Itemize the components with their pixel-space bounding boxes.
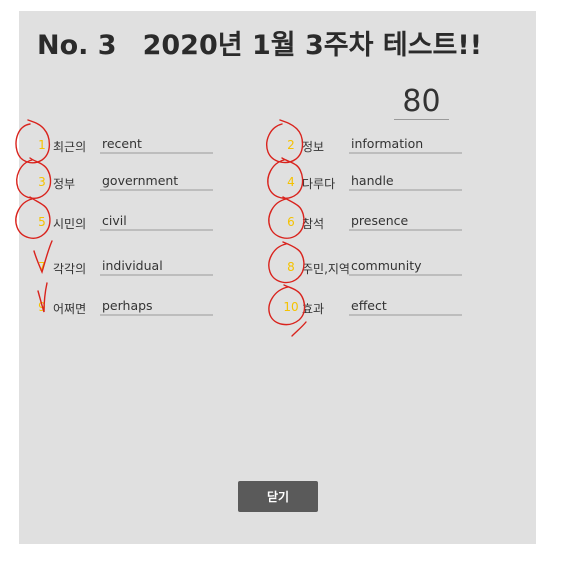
test-number: No. 3 — [37, 30, 117, 61]
question-korean: 참석 — [302, 217, 325, 231]
answer-field: perhaps — [100, 298, 213, 316]
question-korean: 시민의 — [53, 217, 87, 231]
question-korean: 각각의 — [53, 262, 87, 276]
answer-field: effect — [349, 298, 462, 316]
answer-field: community — [349, 258, 462, 276]
page-title: No. 3 2020년 1월 3주차 테스트!! — [37, 23, 482, 62]
answer-field: handle — [349, 173, 462, 191]
question-korean: 최근의 — [53, 140, 87, 154]
question-korean: 다루다 — [302, 177, 336, 191]
answer-field: information — [349, 136, 462, 154]
test-result-panel: No. 3 2020년 1월 3주차 테스트!! 80 1 최근의 recent … — [19, 11, 536, 544]
test-name: 2020년 1월 3주차 테스트!! — [142, 30, 483, 61]
answer-field: government — [100, 173, 213, 191]
close-button[interactable]: 닫기 — [238, 481, 318, 512]
question-korean: 효과 — [302, 302, 325, 316]
answer-field: recent — [100, 136, 213, 154]
answer-field: presence — [349, 213, 462, 231]
score-value: 80 — [394, 85, 449, 120]
question-korean: 주민,지역 — [302, 262, 350, 276]
answer-field: civil — [100, 213, 213, 231]
question-korean: 어쩌면 — [53, 302, 87, 316]
answer-field: individual — [100, 258, 213, 276]
question-korean: 정보 — [302, 140, 325, 154]
question-korean: 정부 — [53, 177, 76, 191]
